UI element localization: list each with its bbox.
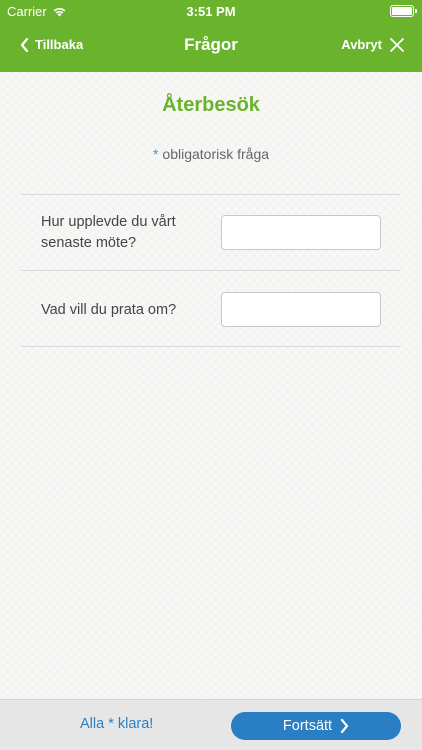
cancel-button[interactable]: Avbryt <box>341 37 404 52</box>
cancel-label: Avbryt <box>341 37 382 52</box>
question-2-input[interactable] <box>221 292 381 327</box>
battery-icon <box>390 5 417 17</box>
question-label: Hur upplevde du vårt senaste möte? <box>41 214 176 251</box>
close-icon <box>390 37 404 52</box>
all-done-link[interactable]: Alla * klara! <box>80 716 153 732</box>
form-content: Återbesök * obligatorisk fråga Hur upplev… <box>0 72 422 699</box>
navigation-bar: Tillbaka Frågor Avbryt <box>0 22 422 72</box>
divider <box>21 346 401 347</box>
status-bar: Carrier 3:51 PM <box>0 0 422 22</box>
question-1-input[interactable] <box>221 215 381 250</box>
bottom-bar: Alla * klara! Fortsätt <box>0 699 422 750</box>
divider <box>21 194 401 195</box>
chevron-right-icon <box>340 719 349 733</box>
required-note: * obligatorisk fråga <box>0 146 422 162</box>
form-title: Återbesök <box>162 94 260 116</box>
clock: 3:51 PM <box>186 4 236 19</box>
continue-label: Fortsätt <box>282 718 333 734</box>
question-label: Vad vill du prata om? <box>41 302 177 318</box>
required-note-text: obligatorisk fråga <box>162 146 270 162</box>
continue-button[interactable]: Fortsätt <box>231 712 401 740</box>
divider <box>21 270 401 271</box>
required-star: * <box>152 146 159 162</box>
